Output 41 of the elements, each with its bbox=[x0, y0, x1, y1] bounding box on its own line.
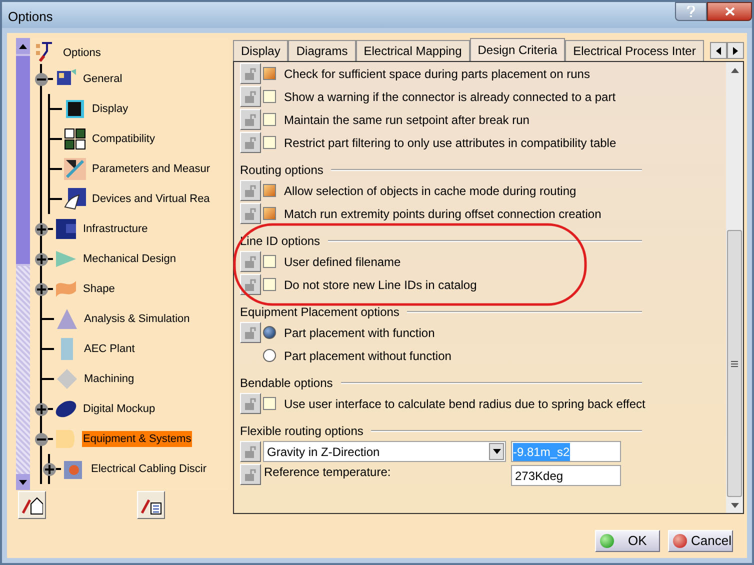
tree-item[interactable]: Digital Mockup bbox=[82, 400, 156, 418]
input-field[interactable]: 273Kdeg bbox=[511, 465, 621, 486]
tab[interactable]: Display bbox=[233, 40, 288, 61]
tree-item[interactable]: General bbox=[82, 70, 124, 88]
tree-item[interactable]: Analysis & Simulation bbox=[83, 310, 191, 328]
tree-item[interactable]: Equipment & Systems bbox=[82, 430, 192, 448]
option-label: Allow selection of objects in cache mode during routing bbox=[284, 182, 576, 200]
tree-item[interactable]: Machining bbox=[83, 370, 136, 388]
tree-item[interactable]: Options bbox=[62, 44, 102, 62]
option-label: Part placement without function bbox=[284, 348, 452, 364]
tree-item[interactable]: AEC Plant bbox=[83, 340, 136, 358]
window-title: Options bbox=[8, 8, 53, 26]
tree-item[interactable]: Electrical Cabling Discir bbox=[90, 460, 208, 478]
tree-item[interactable]: Compatibility bbox=[91, 130, 156, 148]
tab[interactable]: Design Criteria bbox=[470, 38, 566, 61]
field-label: Reference temperature: bbox=[263, 465, 391, 479]
dropdown[interactable]: Gravity in Z-Direction bbox=[263, 441, 506, 462]
option-label: Do not store new Line IDs in catalog bbox=[284, 276, 477, 294]
tab[interactable]: Electrical Process Inter bbox=[565, 40, 704, 61]
cancel-button[interactable]: Cancel bbox=[668, 530, 733, 552]
tree-item[interactable]: Mechanical Design bbox=[82, 250, 177, 268]
tree-item[interactable]: Devices and Virtual Rea bbox=[91, 190, 211, 208]
tree-item[interactable]: Parameters and Measur bbox=[91, 160, 211, 178]
option-label: User defined filename bbox=[284, 254, 401, 270]
option-label: Match run extremity points during offset connection creation bbox=[284, 206, 602, 222]
ok-button[interactable]: OK bbox=[595, 530, 660, 552]
tab[interactable]: Electrical Mapping bbox=[356, 40, 470, 61]
tree-item[interactable]: Display bbox=[91, 100, 130, 118]
option-label: Use user interface to calculate bend radius due to spring back effect bbox=[284, 396, 646, 412]
section-title: Routing options bbox=[240, 162, 324, 179]
section-title: Bendable options bbox=[240, 375, 333, 392]
option-label: Check for sufficient space during parts placement on runs bbox=[284, 66, 590, 82]
section-title: Flexible routing options bbox=[240, 423, 364, 440]
tab[interactable]: Diagrams bbox=[288, 40, 356, 61]
tree-item[interactable]: Shape bbox=[82, 280, 116, 298]
option-label: Show a warning if the connector is already connected to a part bbox=[284, 88, 616, 106]
tree-item[interactable]: Infrastructure bbox=[82, 220, 149, 238]
option-label: Maintain the same run setpoint after break run bbox=[284, 112, 530, 128]
option-label: Restrict part filtering to only use attributes in compatibility table bbox=[284, 134, 616, 152]
section-title: Equipment Placement options bbox=[240, 304, 400, 321]
option-label: Part placement with function bbox=[284, 324, 435, 342]
